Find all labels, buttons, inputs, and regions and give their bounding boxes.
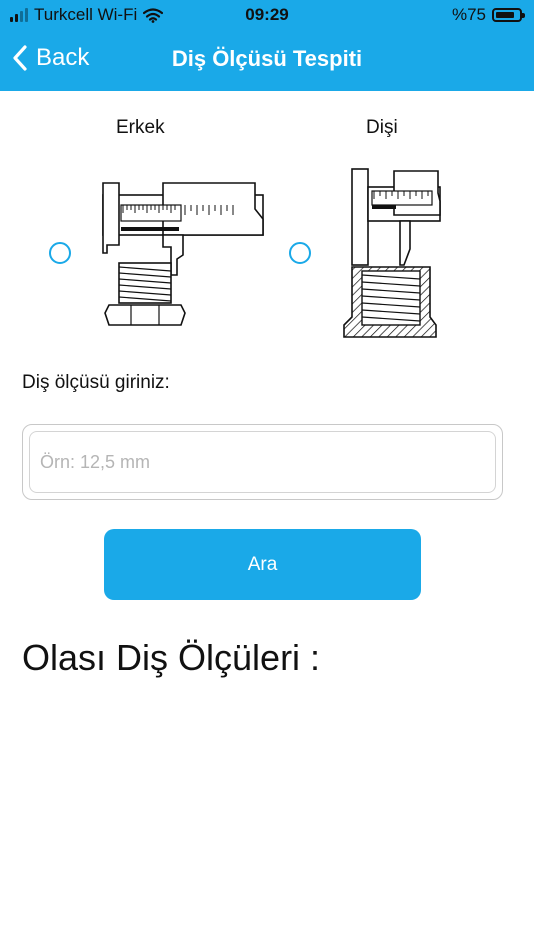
status-right: %75	[451, 5, 525, 25]
search-button[interactable]: Ara	[104, 529, 421, 600]
female-thread-caliper-illustration	[343, 168, 441, 338]
search-button-label: Ara	[247, 553, 278, 575]
battery-percent: %75	[451, 5, 486, 24]
status-bar: Turkcell Wi-Fi 09:29 %75	[0, 0, 534, 30]
thread-size-field	[22, 424, 503, 500]
thread-size-prompt: Diş ölçüsü giriniz:	[22, 372, 170, 393]
option-male-label: Erkek	[116, 117, 165, 138]
navigation-bar: Back Diş Ölçüsü Tespiti	[0, 30, 534, 91]
thread-size-input[interactable]	[29, 431, 496, 493]
results-heading: Olası Diş Ölçüleri :	[22, 637, 321, 678]
radio-male[interactable]	[49, 242, 71, 264]
male-thread-caliper-illustration	[102, 182, 264, 326]
radio-female[interactable]	[289, 242, 311, 264]
option-female-label: Dişi	[366, 117, 398, 138]
page-title: Diş Ölçüsü Tespiti	[171, 46, 363, 71]
battery-icon	[492, 8, 525, 22]
